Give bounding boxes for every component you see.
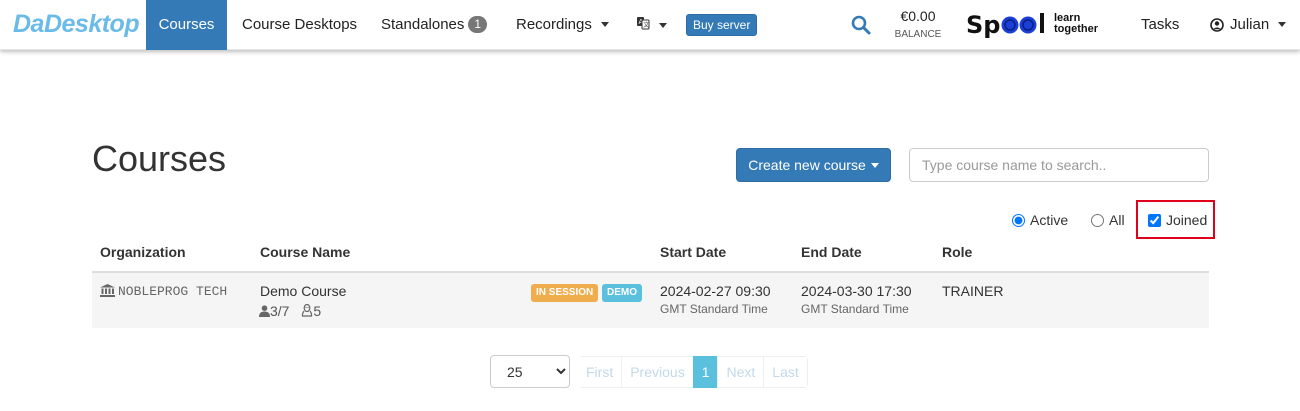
column-header-organization[interactable]: Organization (100, 244, 186, 260)
user-icon (259, 304, 270, 320)
organization-cell: NOBLEPROG TECH (100, 284, 227, 301)
create-new-course-label: Create new course (748, 157, 866, 173)
balance-display[interactable]: €0.00 BALANCE (890, 8, 946, 42)
nav-recordings-label: Recordings (516, 16, 592, 33)
search-icon[interactable] (851, 15, 871, 35)
language-dropdown[interactable]: A文 (636, 0, 667, 50)
nav-course-desktops-label: Course Desktops (242, 16, 358, 33)
pagination: First Previous 1 Next Last (578, 356, 808, 388)
nav-courses[interactable]: Courses (146, 0, 227, 50)
brand-logo[interactable]: DaDesktop (13, 10, 140, 39)
user-name: Julian (1230, 16, 1270, 33)
filter-active-radio[interactable] (1012, 214, 1025, 227)
chevron-down-icon (659, 23, 667, 28)
column-header-end-date[interactable]: End Date (801, 244, 862, 260)
end-timezone: GMT Standard Time (801, 302, 909, 316)
pagination-first[interactable]: First (578, 356, 623, 388)
buy-server-button[interactable]: Buy server (686, 14, 758, 36)
filter-all-option[interactable]: All (1091, 211, 1125, 229)
filter-all-radio[interactable] (1091, 214, 1104, 227)
filter-active-option[interactable]: Active (1012, 211, 1068, 229)
highlight-annotation-box (1136, 200, 1215, 239)
spool-logo-graphic: Sp (966, 11, 1044, 39)
user-circle-icon (1210, 3, 1224, 53)
spool-tagline: learn together (1054, 13, 1114, 35)
balance-amount: €0.00 (900, 8, 936, 24)
column-header-start-date[interactable]: Start Date (660, 244, 726, 260)
svg-text:文: 文 (643, 21, 649, 29)
standalones-count-badge: 1 (468, 16, 488, 33)
role-cell: TRAINER (942, 283, 1004, 299)
end-date: 2024-03-30 17:30 (801, 283, 912, 299)
user-menu-dropdown[interactable]: Julian (1210, 0, 1287, 53)
nav-courses-label: Courses (158, 16, 215, 33)
balance-label: BALANCE (894, 29, 942, 40)
filter-all-label: All (1109, 212, 1125, 228)
column-header-course-name[interactable]: Course Name (260, 244, 350, 260)
organization-name: NOBLEPROG TECH (118, 284, 228, 299)
nav-standalones-label: Standalones (381, 16, 465, 33)
linux-icon (301, 303, 313, 320)
spool-tagline-line2: together (1054, 23, 1098, 35)
pagination-next[interactable]: Next (717, 356, 765, 388)
svg-text:Sp: Sp (966, 11, 1000, 39)
filter-active-label: Active (1030, 212, 1069, 228)
course-search-input[interactable] (909, 148, 1209, 182)
spool-logo[interactable]: Sp learn together (966, 11, 1098, 39)
pagination-last[interactable]: Last (763, 356, 808, 388)
demo-badge: DEMO (602, 284, 642, 302)
course-meta: 3/7 5 (259, 303, 321, 320)
column-header-role[interactable]: Role (942, 244, 972, 260)
course-user-count: 3/7 (270, 303, 290, 319)
chevron-down-icon (1278, 22, 1287, 27)
nav-recordings-dropdown[interactable]: Recordings (516, 0, 609, 50)
page-title: Courses (92, 138, 227, 179)
nav-standalones[interactable]: Standalones 1 (381, 0, 488, 50)
nav-tasks[interactable]: Tasks (1141, 0, 1179, 50)
in-session-badge: IN SESSION (531, 284, 599, 302)
translate-icon: A文 (636, 0, 650, 50)
start-timezone: GMT Standard Time (660, 302, 768, 316)
pagination-previous[interactable]: Previous (621, 356, 694, 388)
chevron-down-icon (870, 163, 879, 168)
create-new-course-button[interactable]: Create new course (736, 148, 891, 182)
chevron-down-icon (600, 22, 609, 27)
top-navbar: DaDesktop Courses Course Desktops Standa… (0, 0, 1300, 50)
course-name-link[interactable]: Demo Course (260, 283, 346, 299)
page-size-select[interactable]: 25 (490, 355, 570, 388)
nav-course-desktops[interactable]: Course Desktops (242, 0, 357, 50)
institution-icon (100, 284, 115, 301)
start-date: 2024-02-27 09:30 (660, 283, 771, 299)
pagination-current-page[interactable]: 1 (692, 356, 719, 388)
nav-tasks-label: Tasks (1141, 16, 1180, 33)
course-linux-count: 5 (313, 303, 322, 319)
